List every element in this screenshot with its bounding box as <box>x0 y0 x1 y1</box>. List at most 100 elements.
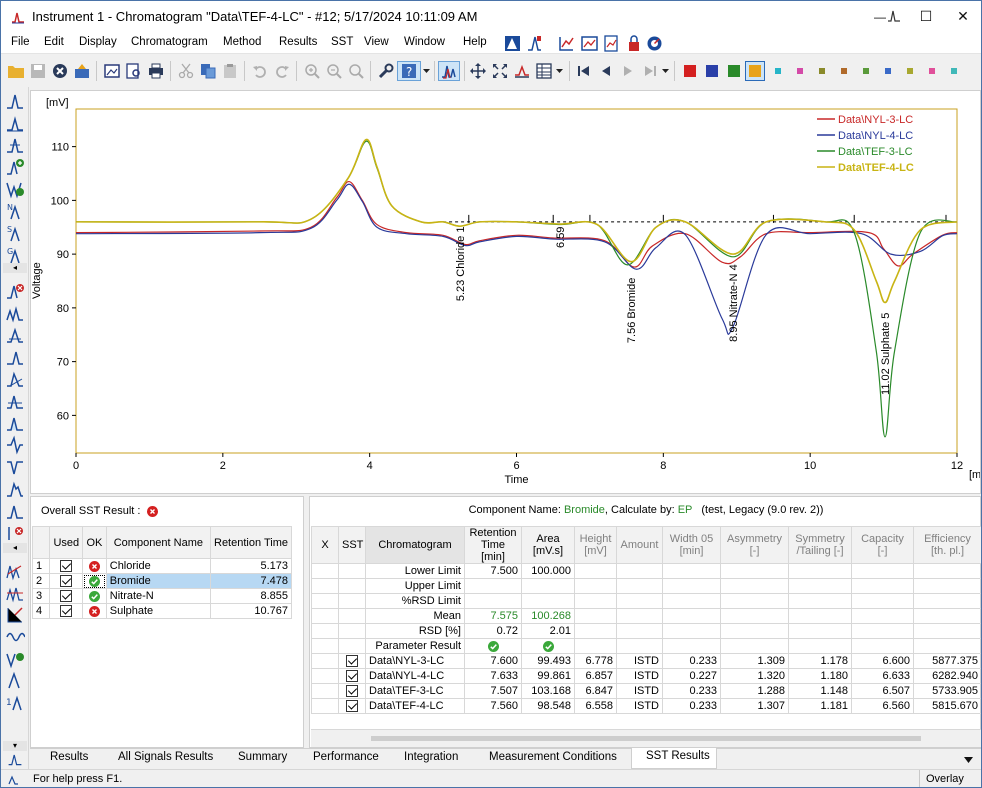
menu-method[interactable]: Method <box>223 36 261 48</box>
split-peak-icon[interactable] <box>5 303 25 323</box>
limit-rt[interactable] <box>464 593 522 609</box>
peak-tool-icon[interactable] <box>5 671 25 691</box>
nav-dropdown-arrow[interactable] <box>660 61 670 81</box>
upload-button[interactable] <box>72 61 92 81</box>
peak-tool-icon[interactable] <box>5 501 25 521</box>
color-swatch-small[interactable] <box>819 68 825 74</box>
chart-window-icon[interactable] <box>581 35 598 52</box>
limit-area[interactable]: 2.01 <box>521 623 575 639</box>
peak-tool-icon[interactable] <box>5 91 25 111</box>
preview-button[interactable] <box>124 61 144 81</box>
table-button[interactable] <box>534 61 554 81</box>
tab-measurement-conditions[interactable]: Measurement Conditions <box>489 751 617 763</box>
horizontal-scrollbar[interactable] <box>311 729 981 747</box>
baseline-button[interactable] <box>512 61 532 81</box>
tab-summary[interactable]: Summary <box>238 751 287 763</box>
limit-area[interactable] <box>521 593 575 609</box>
menu-sst[interactable]: SST <box>331 36 353 48</box>
previous-button[interactable] <box>596 61 616 81</box>
limit-area[interactable]: 100.000 <box>521 563 575 579</box>
peak-tool-icon[interactable] <box>5 113 25 133</box>
peak-tool-icon[interactable] <box>5 135 25 155</box>
next-button[interactable] <box>618 61 638 81</box>
color-swatch-small[interactable] <box>929 68 935 74</box>
method-setup-button[interactable] <box>376 61 396 81</box>
sst-checkbox[interactable] <box>338 698 366 714</box>
limit-rt[interactable] <box>464 578 522 594</box>
close-button[interactable]: ✕ <box>943 1 981 32</box>
print-preview-button[interactable] <box>102 61 122 81</box>
sst-checkbox[interactable] <box>338 653 366 669</box>
first-button[interactable] <box>574 61 594 81</box>
tab-sst-results[interactable]: SST Results <box>631 748 717 769</box>
chromatogram-row[interactable]: Data\NYL-3-LC 7.600 99.493 6.778 ISTD 0.233 1.… <box>311 653 981 669</box>
component-row[interactable]: 3 Nitrate-N 8.855 <box>31 588 292 604</box>
audit-icon[interactable] <box>646 35 663 52</box>
sst-checkbox[interactable] <box>338 668 366 684</box>
check-peak-icon[interactable] <box>5 649 25 669</box>
sst-checkbox[interactable] <box>338 683 366 699</box>
tabs-dropdown[interactable] <box>964 754 973 766</box>
zoom-in-button[interactable] <box>302 61 322 81</box>
color-swatch-small[interactable] <box>841 68 847 74</box>
help-dropdown-button[interactable]: ? <box>397 61 421 81</box>
scroll-down-button[interactable]: ▾ <box>3 741 27 751</box>
remove-baseline-icon[interactable] <box>5 523 25 543</box>
title-bar[interactable]: Instrument 1 - Chromatogram "Data\TEF-4-… <box>1 1 981 32</box>
tab-integration[interactable]: Integration <box>404 751 458 763</box>
undo-button[interactable] <box>250 61 270 81</box>
used-checkbox[interactable] <box>49 573 84 589</box>
chromatogram-row[interactable]: Data\TEF-4-LC 7.560 98.548 6.558 ISTD 0.233 1.… <box>311 698 981 714</box>
valley-icon[interactable] <box>5 179 25 199</box>
color-swatch-small[interactable] <box>907 68 913 74</box>
minimize-button[interactable]: — <box>857 1 903 32</box>
used-checkbox[interactable] <box>49 588 84 604</box>
menu-edit[interactable]: Edit <box>44 36 64 48</box>
expand-button[interactable] <box>490 61 510 81</box>
copy-button[interactable] <box>198 61 218 81</box>
zoom-out-button[interactable] <box>324 61 344 81</box>
paste-button[interactable] <box>220 61 240 81</box>
table-dropdown-arrow[interactable] <box>554 61 564 81</box>
help-dropdown-arrow[interactable] <box>421 61 431 81</box>
limit-rt[interactable]: 7.500 <box>464 563 522 579</box>
slope-icon[interactable] <box>5 605 25 625</box>
cut-button[interactable] <box>176 61 196 81</box>
last-button[interactable] <box>640 61 660 81</box>
wave-icon[interactable] <box>5 627 25 647</box>
peak-icon[interactable] <box>526 35 543 52</box>
menu-results[interactable]: Results <box>279 36 317 48</box>
limit-rt[interactable]: 0.72 <box>464 623 522 639</box>
delete-peak-icon[interactable] <box>5 281 25 301</box>
shoulder-icon[interactable] <box>5 479 25 499</box>
color-swatch-green[interactable] <box>728 65 740 77</box>
compare-peak-icon[interactable] <box>5 583 25 603</box>
multi-peak-icon[interactable] <box>5 561 25 581</box>
lock-icon[interactable] <box>625 35 642 52</box>
color-swatch-small[interactable] <box>885 68 891 74</box>
redo-button[interactable] <box>272 61 292 81</box>
color-swatch-small[interactable] <box>863 68 869 74</box>
front-tangent-icon[interactable] <box>5 347 25 367</box>
color-swatch-small[interactable] <box>797 68 803 74</box>
graph-icon[interactable] <box>558 35 575 52</box>
color-swatch-small[interactable] <box>951 68 957 74</box>
s-peak-icon[interactable]: S <box>5 223 25 243</box>
used-checkbox[interactable] <box>49 603 84 619</box>
add-peak-icon[interactable] <box>5 157 25 177</box>
zoom-fit-button[interactable] <box>346 61 366 81</box>
calibration-icon[interactable] <box>504 35 521 52</box>
menu-window[interactable]: Window <box>404 36 445 48</box>
save-button[interactable] <box>28 61 48 81</box>
color-swatch-red[interactable] <box>684 65 696 77</box>
chromatogram-row[interactable]: Data\TEF-3-LC 7.507 103.168 6.847 ISTD 0.233 1… <box>311 683 981 699</box>
scrollbar-thumb[interactable] <box>371 736 921 741</box>
limit-area[interactable] <box>521 578 575 594</box>
dip-icon[interactable] <box>5 457 25 477</box>
print-button[interactable] <box>146 61 166 81</box>
area-icon[interactable] <box>5 413 25 433</box>
menu-file[interactable]: File <box>11 36 30 48</box>
report-icon[interactable] <box>603 35 620 52</box>
menu-help[interactable]: Help <box>463 36 487 48</box>
chromatogram-chart[interactable]: [mV] [min] Time Voltage 0 2 4 6 8 10 12 60 70 80 90 100… <box>31 91 981 493</box>
